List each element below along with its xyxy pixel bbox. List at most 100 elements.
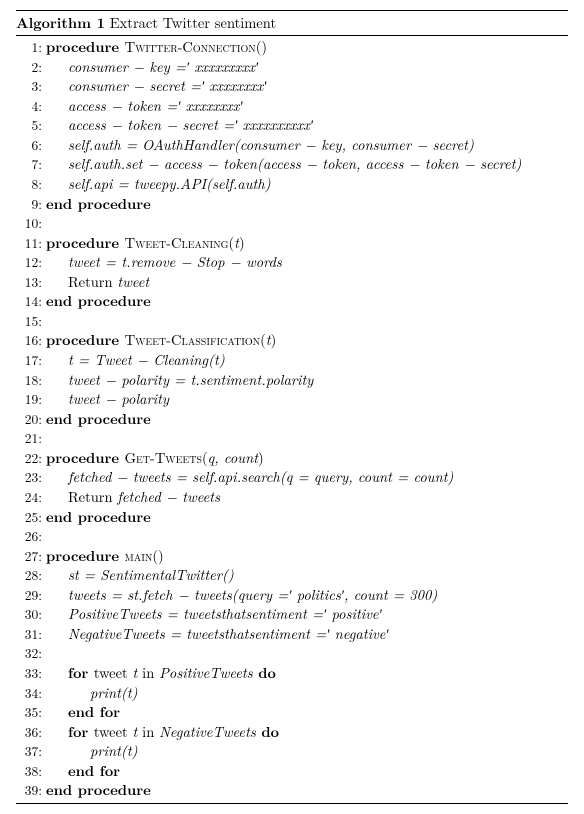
line-content: tweets = st.fetch − tweets(query =′ poli… xyxy=(46,586,568,606)
algorithm-body: 1:procedure Twitter-Connection()2:consum… xyxy=(16,36,568,803)
line-content: procedure Tweet-Cleaning(t) xyxy=(46,234,568,254)
line-content: self.auth = OAuthHandler(consumer − key,… xyxy=(46,136,568,156)
line-content: end procedure xyxy=(46,781,568,801)
algo-line: 11:procedure Tweet-Cleaning(t) xyxy=(16,234,568,254)
line-content: end procedure xyxy=(46,508,568,528)
algo-line: 8:self.api = tweepy.API(self.auth) xyxy=(16,175,568,195)
line-number: 35: xyxy=(16,703,46,721)
line-content: t = Tweet − Cleaning(t) xyxy=(46,351,568,371)
line-number: 5: xyxy=(16,116,46,134)
algo-line: 38:end for xyxy=(16,762,568,782)
line-number: 2: xyxy=(16,58,46,76)
algo-line: 6:self.auth = OAuthHandler(consumer − ke… xyxy=(16,136,568,156)
line-number: 31: xyxy=(16,625,46,643)
line-number: 23: xyxy=(16,468,46,486)
algo-line: 28:st = SentimentalTwitter() xyxy=(16,566,568,586)
algo-line: 18:tweet − polarity = t.sentiment.polari… xyxy=(16,371,568,391)
line-number: 29: xyxy=(16,586,46,604)
line-content: PositiveTweets = tweetsthatsentiment =′ … xyxy=(46,605,568,625)
line-content: consumer − key =′ xxxxxxxxx′ xyxy=(46,58,568,78)
line-number: 11: xyxy=(16,234,46,252)
line-content: for tweet t in NegativeTweets do xyxy=(46,723,568,743)
line-number: 38: xyxy=(16,762,46,780)
line-number: 39: xyxy=(16,781,46,799)
algorithm-block: Algorithm 1 Extract Twitter sentiment 1:… xyxy=(16,10,568,804)
line-content: end for xyxy=(46,703,568,723)
line-number: 36: xyxy=(16,723,46,741)
line-content: access − token =′ xxxxxxxx′ xyxy=(46,97,568,117)
algo-line: 10: xyxy=(16,214,568,234)
algo-line: 7:self.auth.set − access − token(access … xyxy=(16,155,568,175)
line-number: 14: xyxy=(16,292,46,310)
algo-line: 29:tweets = st.fetch − tweets(query =′ p… xyxy=(16,586,568,606)
line-number: 17: xyxy=(16,351,46,369)
algorithm-title-row: Algorithm 1 Extract Twitter sentiment xyxy=(16,11,568,36)
algo-line: 13:Return tweet xyxy=(16,273,568,293)
algo-line: 33:for tweet t in PositiveTweets do xyxy=(16,664,568,684)
algo-line: 3:consumer − secret =′ xxxxxxxx′ xyxy=(16,77,568,97)
line-number: 18: xyxy=(16,371,46,389)
line-content: self.auth.set − access − token(access − … xyxy=(46,155,568,175)
line-content: procedure Twitter-Connection() xyxy=(46,38,568,58)
line-number: 9: xyxy=(16,195,46,213)
line-content: access − token − secret =′ xxxxxxxxxx′ xyxy=(46,116,568,136)
line-number: 15: xyxy=(16,312,46,330)
line-content: tweet − polarity xyxy=(46,390,568,410)
algo-line: 35:end for xyxy=(16,703,568,723)
line-content: NegativeTweets = tweetsthatsentiment =′ … xyxy=(46,625,568,645)
line-content: procedure Get-Tweets(q, count) xyxy=(46,449,568,469)
line-number: 6: xyxy=(16,136,46,154)
line-content: tweet − polarity = t.sentiment.polarity xyxy=(46,371,568,391)
line-number: 16: xyxy=(16,331,46,349)
line-number: 4: xyxy=(16,97,46,115)
line-number: 1: xyxy=(16,38,46,56)
line-content: fetched − tweets = self.api.search(q = q… xyxy=(46,468,568,488)
algo-line: 27:procedure main() xyxy=(16,547,568,567)
line-number: 19: xyxy=(16,390,46,408)
line-content: consumer − secret =′ xxxxxxxx′ xyxy=(46,77,568,97)
line-content: procedure main() xyxy=(46,547,568,567)
algo-line: 21: xyxy=(16,429,568,449)
algo-line: 32: xyxy=(16,644,568,664)
algo-line: 24:Return fetched − tweets xyxy=(16,488,568,508)
algo-line: 39:end procedure xyxy=(16,781,568,801)
line-number: 7: xyxy=(16,155,46,173)
algo-line: 19:tweet − polarity xyxy=(16,390,568,410)
algo-line: 5:access − token − secret =′ xxxxxxxxxx′ xyxy=(16,116,568,136)
line-number: 20: xyxy=(16,410,46,428)
algorithm-number: Algorithm 1 xyxy=(16,13,105,33)
line-number: 21: xyxy=(16,429,46,447)
algo-line: 14:end procedure xyxy=(16,292,568,312)
algo-line: 9:end procedure xyxy=(16,195,568,215)
line-content: print(t) xyxy=(46,684,568,704)
line-number: 34: xyxy=(16,684,46,702)
line-content: st = SentimentalTwitter() xyxy=(46,566,568,586)
line-content: print(t) xyxy=(46,742,568,762)
algo-line: 30:PositiveTweets = tweetsthatsentiment … xyxy=(16,605,568,625)
algo-line: 17:t = Tweet − Cleaning(t) xyxy=(16,351,568,371)
algo-line: 36:for tweet t in NegativeTweets do xyxy=(16,723,568,743)
line-number: 37: xyxy=(16,742,46,760)
line-number: 26: xyxy=(16,527,46,545)
line-number: 28: xyxy=(16,566,46,584)
line-content: end procedure xyxy=(46,195,568,215)
line-number: 25: xyxy=(16,508,46,526)
line-number: 24: xyxy=(16,488,46,506)
algo-line: 2:consumer − key =′ xxxxxxxxx′ xyxy=(16,58,568,78)
line-number: 10: xyxy=(16,214,46,232)
algo-line: 26: xyxy=(16,527,568,547)
line-content: end for xyxy=(46,762,568,782)
algo-line: 37:print(t) xyxy=(16,742,568,762)
line-content: Return tweet xyxy=(46,273,568,293)
algo-line: 15: xyxy=(16,312,568,332)
line-number: 27: xyxy=(16,547,46,565)
line-number: 32: xyxy=(16,644,46,662)
algo-line: 22:procedure Get-Tweets(q, count) xyxy=(16,449,568,469)
line-number: 22: xyxy=(16,449,46,467)
line-content: self.api = tweepy.API(self.auth) xyxy=(46,175,568,195)
line-number: 3: xyxy=(16,77,46,95)
line-content: end procedure xyxy=(46,292,568,312)
line-number: 13: xyxy=(16,273,46,291)
algorithm-title: Extract Twitter sentiment xyxy=(110,13,276,33)
algo-line: 4:access − token =′ xxxxxxxx′ xyxy=(16,97,568,117)
